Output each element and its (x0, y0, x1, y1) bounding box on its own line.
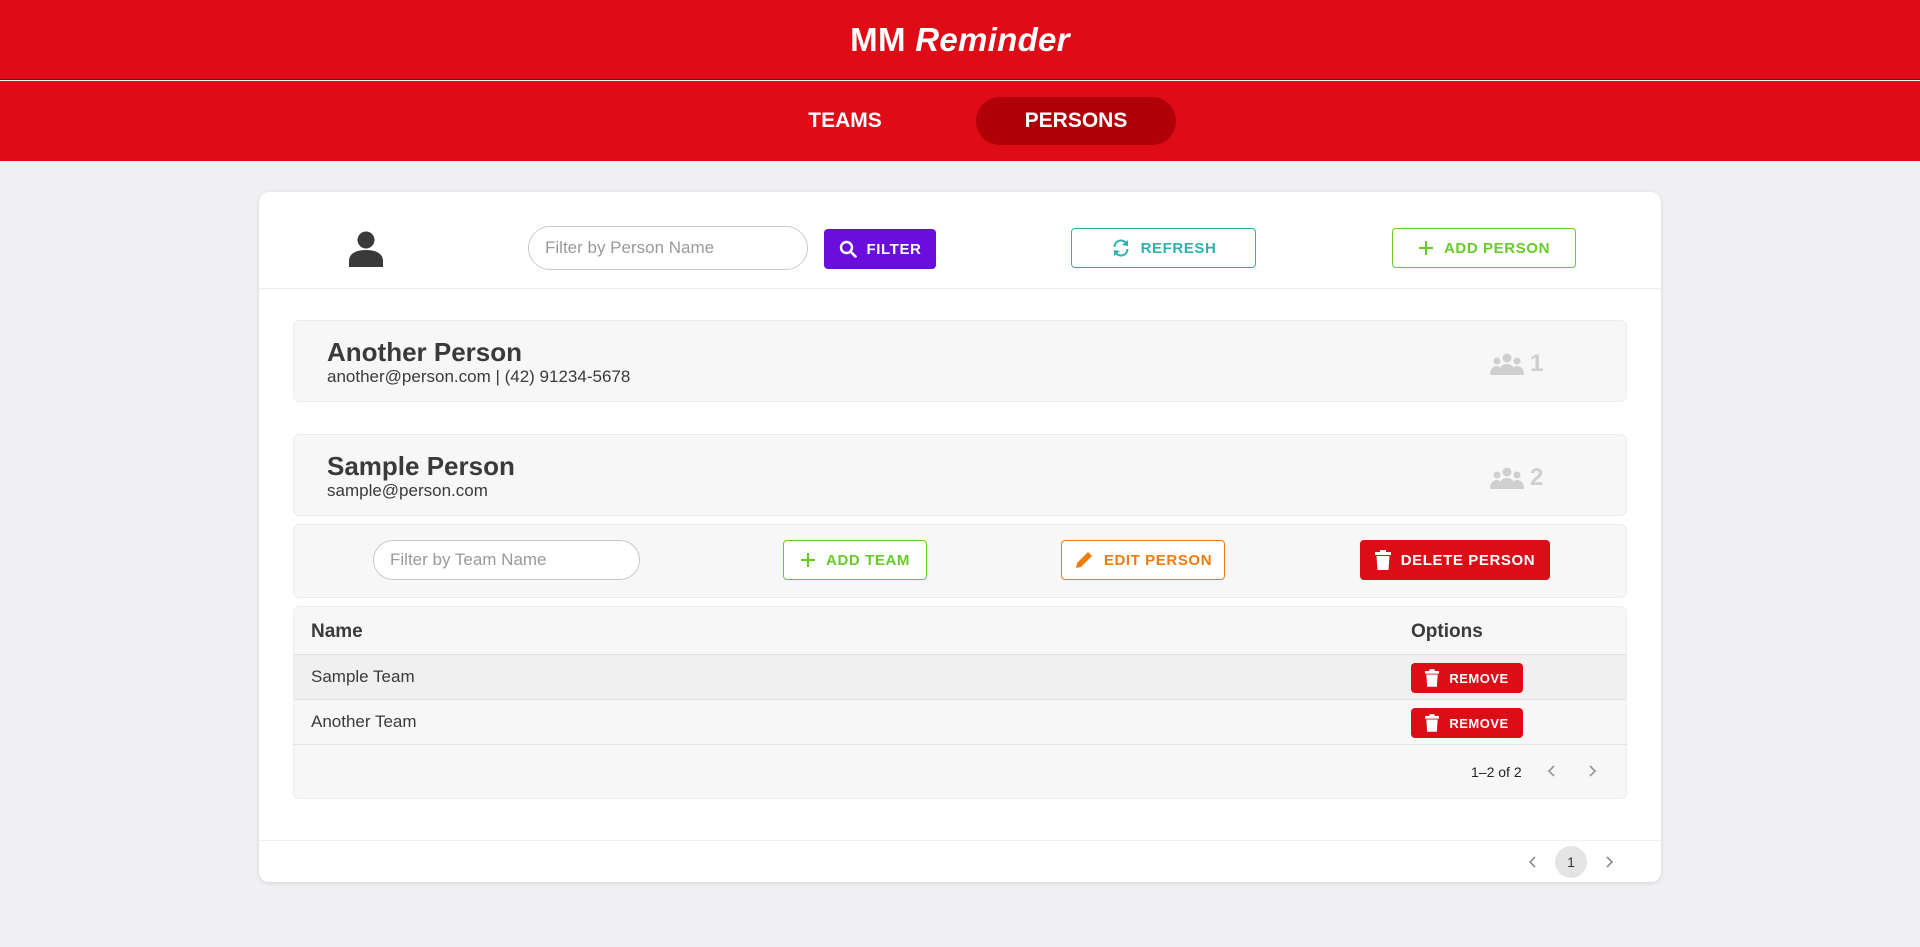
table-next-page-button[interactable] (1580, 759, 1604, 783)
plus-icon (1418, 241, 1433, 255)
person-item[interactable]: Another Person another@person.com | (42)… (293, 320, 1627, 402)
prev-page-button[interactable] (1521, 849, 1545, 875)
search-icon (839, 240, 857, 258)
trash-icon (1374, 550, 1391, 570)
app-title-accent: Reminder (915, 20, 1070, 58)
teams-table: Name Options Sample Team REMOVE Another … (293, 606, 1627, 799)
tab-persons[interactable]: PERSONS (976, 97, 1176, 145)
remove-team-button[interactable]: REMOVE (1411, 663, 1523, 693)
pencil-icon (1075, 552, 1092, 568)
persons-toolbar: FILTER REFRESH ADD PERSON (259, 192, 1661, 289)
chevron-left-icon (1547, 765, 1555, 777)
team-count: 2 (1490, 464, 1543, 492)
delete-person-button-label: DELETE PERSON (1400, 551, 1536, 569)
team-count: 1 (1490, 350, 1543, 378)
refresh-icon (1113, 239, 1129, 257)
person-filter-input[interactable] (528, 226, 808, 270)
chevron-right-icon (1606, 856, 1614, 868)
person-icon (349, 231, 383, 267)
refresh-button[interactable]: REFRESH (1071, 228, 1256, 268)
table-range-text: 1–2 of 2 (1471, 764, 1522, 780)
column-header-options: Options (1411, 621, 1483, 642)
team-name: Another Team (311, 712, 417, 731)
person-name: Sample Person (327, 451, 515, 481)
table-header: Name Options (294, 607, 1626, 655)
team-name: Sample Team (311, 667, 415, 686)
group-icon (1490, 467, 1524, 489)
trash-icon (1425, 714, 1440, 732)
table-row[interactable]: Another Team REMOVE (294, 700, 1626, 745)
app-header: MM Reminder (0, 0, 1920, 80)
person-item[interactable]: Sample Person sample@person.com 2 (293, 434, 1627, 516)
next-page-button[interactable] (1597, 849, 1621, 875)
team-filter-input[interactable] (373, 540, 640, 580)
person-actions-bar: ADD TEAM EDIT PERSON DELETE PERSON (293, 524, 1627, 598)
team-count-value: 1 (1530, 350, 1544, 377)
remove-button-label: REMOVE (1449, 715, 1509, 731)
remove-team-button[interactable]: REMOVE (1411, 708, 1523, 738)
column-header-name[interactable]: Name (311, 621, 363, 643)
refresh-button-label: REFRESH (1140, 239, 1217, 257)
table-pagination: 1–2 of 2 (294, 745, 1626, 798)
app-title: MM Reminder (850, 21, 1070, 59)
add-team-button[interactable]: ADD TEAM (783, 540, 927, 580)
chevron-left-icon (1528, 856, 1536, 868)
card-pagination: 1 (259, 840, 1661, 882)
page-number-button[interactable]: 1 (1555, 846, 1587, 878)
person-contact: sample@person.com (327, 481, 488, 500)
table-row[interactable]: Sample Team REMOVE (294, 655, 1626, 700)
person-name: Another Person (327, 337, 523, 367)
app-title-main: MM (850, 20, 906, 58)
group-icon (1490, 353, 1524, 375)
add-person-button-label: ADD PERSON (1443, 239, 1550, 257)
filter-button-label: FILTER (866, 240, 922, 258)
chevron-right-icon (1589, 765, 1597, 777)
filter-button[interactable]: FILTER (824, 229, 936, 269)
remove-button-label: REMOVE (1449, 670, 1509, 686)
add-team-button-label: ADD TEAM (826, 551, 910, 569)
delete-person-button[interactable]: DELETE PERSON (1360, 540, 1550, 580)
add-person-button[interactable]: ADD PERSON (1392, 228, 1576, 268)
tab-teams[interactable]: TEAMS (780, 97, 910, 145)
edit-person-button-label: EDIT PERSON (1103, 551, 1213, 569)
persons-card: FILTER REFRESH ADD PERSON Another Person… (259, 192, 1661, 882)
edit-person-button[interactable]: EDIT PERSON (1061, 540, 1225, 580)
main-nav: TEAMS PERSONS (0, 81, 1920, 161)
table-prev-page-button[interactable] (1540, 759, 1564, 783)
person-contact: another@person.com | (42) 91234-5678 (327, 367, 631, 386)
team-count-value: 2 (1530, 464, 1544, 491)
trash-icon (1425, 669, 1440, 687)
plus-icon (801, 553, 816, 567)
